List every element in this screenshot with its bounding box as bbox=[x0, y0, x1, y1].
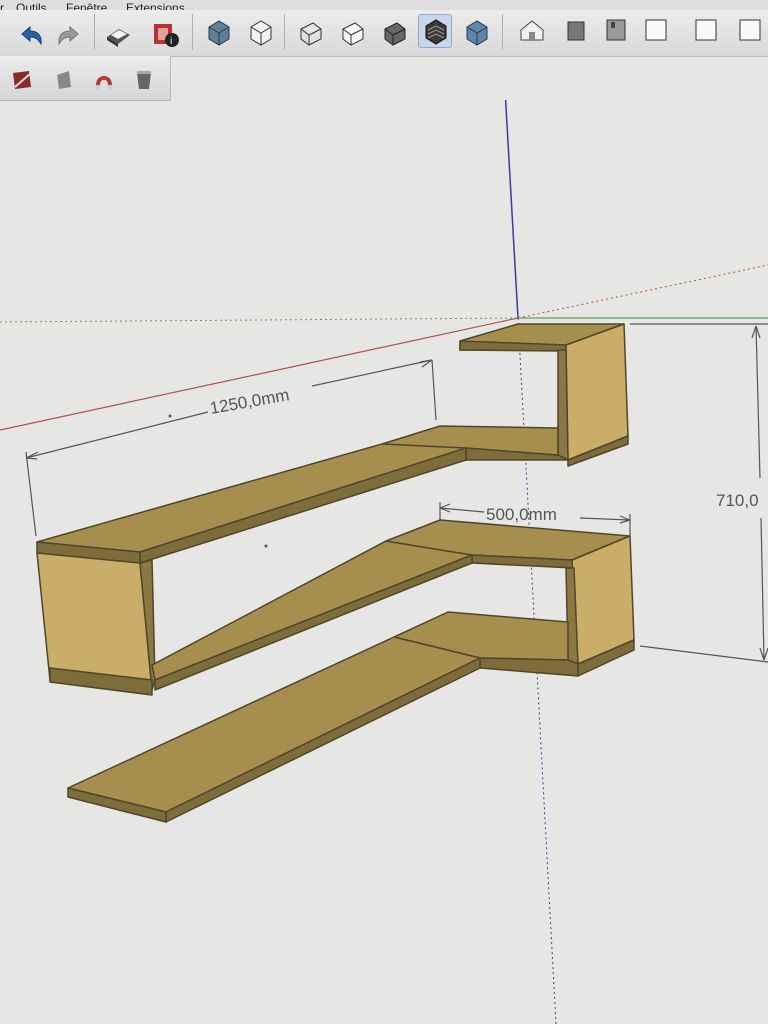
iso-view-icon[interactable] bbox=[202, 16, 234, 48]
red-axis-dotted bbox=[517, 264, 768, 319]
main-toolbar: i bbox=[0, 10, 768, 57]
window-icon-2[interactable] bbox=[690, 14, 722, 46]
dimension-length-label: 1250,0mm bbox=[208, 385, 290, 418]
inference-point-2 bbox=[264, 544, 268, 548]
window-icon[interactable] bbox=[640, 14, 672, 46]
shaded-textures-style-icon[interactable] bbox=[418, 14, 452, 48]
dimension-height-label: 710,0 bbox=[716, 491, 759, 510]
window-icon-3[interactable] bbox=[734, 14, 766, 46]
front-view-icon[interactable] bbox=[294, 16, 326, 48]
right-view-icon[interactable] bbox=[336, 16, 368, 48]
model-canvas[interactable]: 1250,0mm 500,0mm 710,0 bbox=[0, 100, 768, 1024]
back-view-icon[interactable] bbox=[378, 16, 410, 48]
box-icon[interactable] bbox=[560, 14, 592, 46]
top-view-icon[interactable] bbox=[244, 16, 276, 48]
svg-text:i: i bbox=[170, 36, 172, 47]
modeling-viewport[interactable]: 1250,0mm 500,0mm 710,0 bbox=[0, 100, 768, 1024]
blue-axis bbox=[504, 100, 519, 319]
camera-icon[interactable] bbox=[600, 14, 632, 46]
bucket-icon[interactable] bbox=[128, 64, 160, 96]
inference-point bbox=[168, 414, 172, 418]
left-side-panel[interactable] bbox=[36, 552, 156, 696]
undo-icon[interactable] bbox=[14, 20, 46, 52]
dimension-depth-label: 500,0mm bbox=[486, 505, 557, 524]
green-axis-dotted bbox=[0, 317, 519, 323]
monochrome-style-icon[interactable] bbox=[460, 16, 492, 48]
red-axis bbox=[0, 317, 519, 431]
model-info-icon[interactable]: i bbox=[150, 18, 182, 50]
secondary-toolbar bbox=[0, 56, 171, 101]
paint-bucket-icon[interactable] bbox=[6, 64, 38, 96]
redo-icon[interactable] bbox=[54, 20, 86, 52]
print-icon[interactable] bbox=[102, 20, 134, 52]
eraser-icon[interactable] bbox=[48, 64, 80, 96]
magnet-icon[interactable] bbox=[88, 64, 120, 96]
top-shelf-unit[interactable] bbox=[36, 323, 629, 564]
house-icon[interactable] bbox=[516, 14, 548, 46]
